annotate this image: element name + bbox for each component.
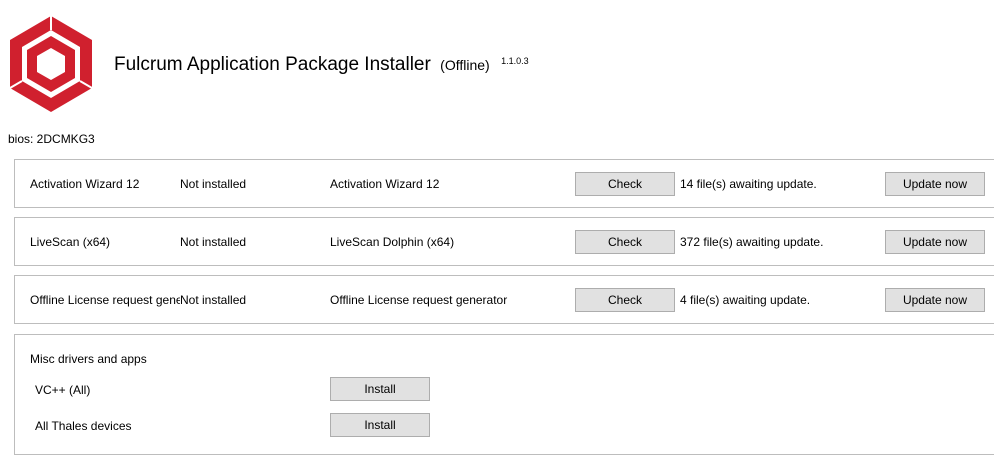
mode-label: (Offline) bbox=[440, 57, 490, 73]
install-thales-button[interactable]: Install bbox=[330, 413, 430, 437]
misc-item-label: VC++ (All) bbox=[35, 383, 91, 397]
version-label: 1.1.0.3 bbox=[501, 56, 529, 66]
title-row: Fulcrum Application Package Installer (O… bbox=[114, 54, 529, 76]
update-info: 372 file(s) awaiting update. bbox=[680, 235, 824, 249]
package-row-offline-license: Offline License request generator Not in… bbox=[14, 275, 994, 324]
package-target: Activation Wizard 12 bbox=[330, 177, 440, 191]
misc-item-label: All Thales devices bbox=[35, 419, 132, 433]
package-status: Not installed bbox=[180, 293, 247, 307]
bios-label: bios: 2DCMKG3 bbox=[8, 132, 95, 146]
package-name: LiveScan (x64) bbox=[30, 235, 111, 249]
package-status: Not installed bbox=[180, 177, 247, 191]
update-info: 4 file(s) awaiting update. bbox=[680, 293, 811, 307]
misc-panel: Misc drivers and apps VC++ (All) Install… bbox=[14, 334, 994, 455]
fulcrum-logo bbox=[9, 16, 93, 112]
misc-title: Misc drivers and apps bbox=[30, 352, 147, 366]
package-status: Not installed bbox=[180, 235, 247, 249]
check-button[interactable]: Check bbox=[575, 288, 675, 312]
check-button[interactable]: Check bbox=[575, 172, 675, 196]
update-info: 14 file(s) awaiting update. bbox=[680, 177, 817, 191]
package-target: Offline License request generator bbox=[330, 293, 508, 307]
package-row-livescan: LiveScan (x64) Not installed LiveScan Do… bbox=[14, 217, 994, 266]
package-name: Offline License request generator bbox=[30, 293, 180, 307]
package-target: LiveScan Dolphin (x64) bbox=[330, 235, 455, 249]
app-title: Fulcrum Application Package Installer bbox=[114, 54, 431, 75]
package-row-activation-wizard: Activation Wizard 12 Not installed Activ… bbox=[14, 159, 994, 208]
update-now-button[interactable]: Update now bbox=[885, 172, 985, 196]
check-button[interactable]: Check bbox=[575, 230, 675, 254]
update-now-button[interactable]: Update now bbox=[885, 288, 985, 312]
package-name: Activation Wizard 12 bbox=[30, 177, 140, 191]
install-vc-button[interactable]: Install bbox=[330, 377, 430, 401]
update-now-button[interactable]: Update now bbox=[885, 230, 985, 254]
